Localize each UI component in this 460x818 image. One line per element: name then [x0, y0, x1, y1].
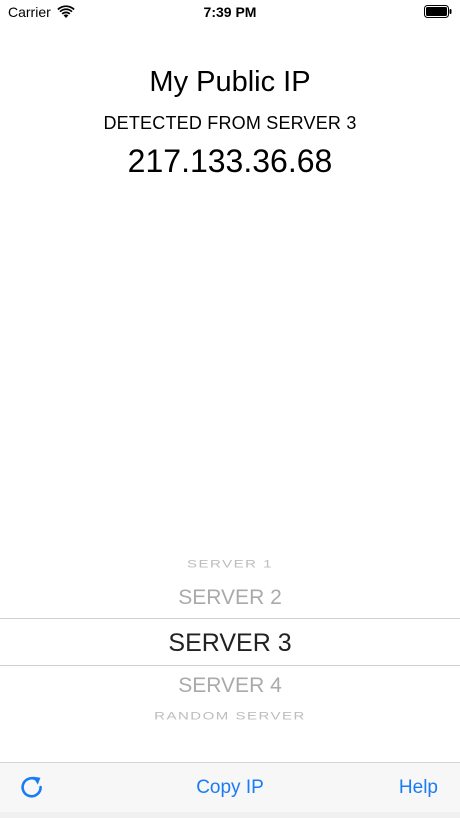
ip-address: 217.133.36.68 [127, 143, 333, 179]
detected-from-label: DETECTED FROM SERVER 3 [103, 113, 357, 133]
help-button[interactable]: Help [399, 777, 438, 799]
picker-option-server-3-selected[interactable]: SERVER 3 [0, 629, 460, 658]
picker-option-random-server[interactable]: RANDOM SERVER [0, 710, 460, 722]
bottom-toolbar: Copy IP Help [0, 762, 460, 812]
picker-option-server-1[interactable]: SERVER 1 [0, 558, 460, 570]
refresh-icon[interactable] [18, 774, 46, 802]
picker-selection-top-line [0, 618, 460, 619]
server-picker[interactable]: SERVER 1 SERVER 2 SERVER 3 SERVER 4 RAND… [0, 548, 460, 738]
copy-ip-button-wrap: Copy IP [0, 777, 460, 799]
battery-icon [424, 5, 452, 18]
status-time: 7:39 PM [203, 4, 257, 20]
page-title: My Public IP [149, 66, 311, 98]
picker-selection-bottom-line [0, 665, 460, 666]
home-indicator-area [0, 812, 460, 818]
copy-ip-button[interactable]: Copy IP [196, 777, 264, 798]
picker-option-server-2[interactable]: SERVER 2 [0, 586, 460, 610]
picker-option-server-4[interactable]: SERVER 4 [0, 674, 460, 698]
status-bar: Carrier 7:39 PM [0, 0, 460, 24]
